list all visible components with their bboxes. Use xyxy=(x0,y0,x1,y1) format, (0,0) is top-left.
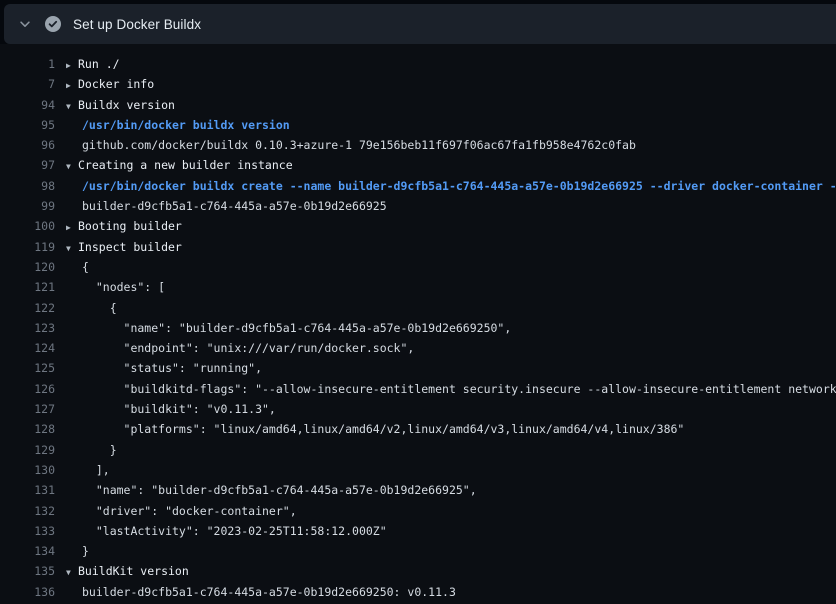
triangle-expanded-icon: ▼ xyxy=(66,239,75,259)
group-title: Booting builder xyxy=(78,216,182,236)
line-number[interactable]: 1 xyxy=(0,54,55,74)
log-line: 96 github.com/docker/buildx 0.10.3+azure-… xyxy=(0,135,836,155)
line-number[interactable]: 135 xyxy=(0,561,55,581)
group-title: Run ./ xyxy=(78,54,120,74)
line-number[interactable]: 136 xyxy=(0,582,55,602)
log-line: 132 "driver": "docker-container", xyxy=(0,501,836,521)
log-line[interactable]: 100 ▶Booting builder xyxy=(0,216,836,236)
line-number[interactable]: 7 xyxy=(0,74,55,94)
log-line: 95/usr/bin/docker buildx version xyxy=(0,115,836,135)
log-line[interactable]: 97 ▼Creating a new builder instance xyxy=(0,155,836,175)
log-line: 123 "name": "builder-d9cfb5a1-c764-445a-… xyxy=(0,318,836,338)
log-text: "endpoint": "unix:///var/run/docker.sock… xyxy=(82,338,414,358)
group-title: Docker info xyxy=(78,74,154,94)
group-title: BuildKit version xyxy=(78,561,189,581)
triangle-expanded-icon: ▼ xyxy=(66,563,75,583)
line-number[interactable]: 130 xyxy=(0,460,55,480)
log-line: 128 "platforms": "linux/amd64,linux/amd6… xyxy=(0,419,836,439)
line-number[interactable]: 99 xyxy=(0,196,55,216)
log-text: "buildkit": "v0.11.3", xyxy=(82,399,276,419)
log-line: 122 { xyxy=(0,298,836,318)
line-number[interactable]: 122 xyxy=(0,298,55,318)
line-number[interactable]: 120 xyxy=(0,257,55,277)
group-title: Inspect builder xyxy=(78,237,182,257)
step-header[interactable]: Set up Docker Buildx xyxy=(4,4,836,44)
log-line: 125 "status": "running", xyxy=(0,358,836,378)
log-text: "status": "running", xyxy=(82,358,262,378)
log-line[interactable]: 94 ▼Buildx version xyxy=(0,95,836,115)
line-number[interactable]: 134 xyxy=(0,541,55,561)
log-line: 129 } xyxy=(0,440,836,460)
line-number[interactable]: 128 xyxy=(0,419,55,439)
line-number[interactable]: 95 xyxy=(0,115,55,135)
triangle-collapsed-icon: ▶ xyxy=(66,218,75,238)
log-line: 121 "nodes": [ xyxy=(0,277,836,297)
line-number[interactable]: 97 xyxy=(0,155,55,175)
group-title: Buildx version xyxy=(78,95,175,115)
log-line: 134} xyxy=(0,541,836,561)
line-number[interactable]: 98 xyxy=(0,176,55,196)
log-line[interactable]: 119 ▼Inspect builder xyxy=(0,237,836,257)
log-text: { xyxy=(82,298,117,318)
triangle-collapsed-icon: ▶ xyxy=(66,76,75,96)
log-text: "nodes": [ xyxy=(82,277,165,297)
line-number[interactable]: 126 xyxy=(0,379,55,399)
group-title: Creating a new builder instance xyxy=(78,155,293,175)
line-number[interactable]: 125 xyxy=(0,358,55,378)
log-lines: 1▶Run ./7▶Docker info94▼Buildx version95… xyxy=(0,54,836,602)
line-number[interactable]: 133 xyxy=(0,521,55,541)
log-line[interactable]: 1 ▶Run ./ xyxy=(0,54,836,74)
check-circle-icon xyxy=(45,16,61,32)
log-text: { xyxy=(82,257,89,277)
command-text: /usr/bin/docker buildx version xyxy=(82,115,290,135)
line-number[interactable]: 132 xyxy=(0,501,55,521)
line-number[interactable]: 131 xyxy=(0,480,55,500)
log-text: builder-d9cfb5a1-c764-445a-a57e-0b19d2e6… xyxy=(82,582,456,602)
log-line[interactable]: 7 ▶Docker info xyxy=(0,74,836,94)
log-text: "driver": "docker-container", xyxy=(82,501,297,521)
log-line: 131 "name": "builder-d9cfb5a1-c764-445a-… xyxy=(0,480,836,500)
triangle-collapsed-icon: ▶ xyxy=(66,56,75,76)
log-text: "platforms": "linux/amd64,linux/amd64/v2… xyxy=(82,419,684,439)
line-number[interactable]: 124 xyxy=(0,338,55,358)
log-line: 124 "endpoint": "unix:///var/run/docker.… xyxy=(0,338,836,358)
triangle-expanded-icon: ▼ xyxy=(66,157,75,177)
log-line: 99 builder-d9cfb5a1-c764-445a-a57e-0b19d2… xyxy=(0,196,836,216)
log-text: github.com/docker/buildx 0.10.3+azure-1 … xyxy=(82,135,636,155)
log-text: "name": "builder-d9cfb5a1-c764-445a-a57e… xyxy=(82,318,511,338)
log-text: ], xyxy=(82,460,110,480)
log-line: 127 "buildkit": "v0.11.3", xyxy=(0,399,836,419)
log-line[interactable]: 135 ▼BuildKit version xyxy=(0,561,836,581)
log-text: } xyxy=(82,440,117,460)
line-number[interactable]: 123 xyxy=(0,318,55,338)
log-text: "lastActivity": "2023-02-25T11:58:12.000… xyxy=(82,521,387,541)
log-text: } xyxy=(82,541,89,561)
log-text: builder-d9cfb5a1-c764-445a-a57e-0b19d2e6… xyxy=(82,196,387,216)
line-number[interactable]: 94 xyxy=(0,95,55,115)
log-line: 120 { xyxy=(0,257,836,277)
log-text: "buildkitd-flags": "--allow-insecure-ent… xyxy=(82,379,836,399)
log-line: 133 "lastActivity": "2023-02-25T11:58:12… xyxy=(0,521,836,541)
command-text: /usr/bin/docker buildx create --name bui… xyxy=(82,176,836,196)
line-number[interactable]: 100 xyxy=(0,216,55,236)
step-title: Set up Docker Buildx xyxy=(73,17,201,32)
line-number[interactable]: 121 xyxy=(0,277,55,297)
log-line: 130 ], xyxy=(0,460,836,480)
log-area: 1▶Run ./7▶Docker info94▼Buildx version95… xyxy=(0,44,836,604)
line-number[interactable]: 129 xyxy=(0,440,55,460)
chevron-down-icon[interactable] xyxy=(17,16,33,32)
line-number[interactable]: 127 xyxy=(0,399,55,419)
triangle-expanded-icon: ▼ xyxy=(66,97,75,117)
log-text: "name": "builder-d9cfb5a1-c764-445a-a57e… xyxy=(82,480,477,500)
log-line: 126 "buildkitd-flags": "--allow-insecure… xyxy=(0,379,836,399)
log-line: 98/usr/bin/docker buildx create --name b… xyxy=(0,176,836,196)
line-number[interactable]: 96 xyxy=(0,135,55,155)
log-line: 136 builder-d9cfb5a1-c764-445a-a57e-0b19d… xyxy=(0,582,836,602)
line-number[interactable]: 119 xyxy=(0,237,55,257)
